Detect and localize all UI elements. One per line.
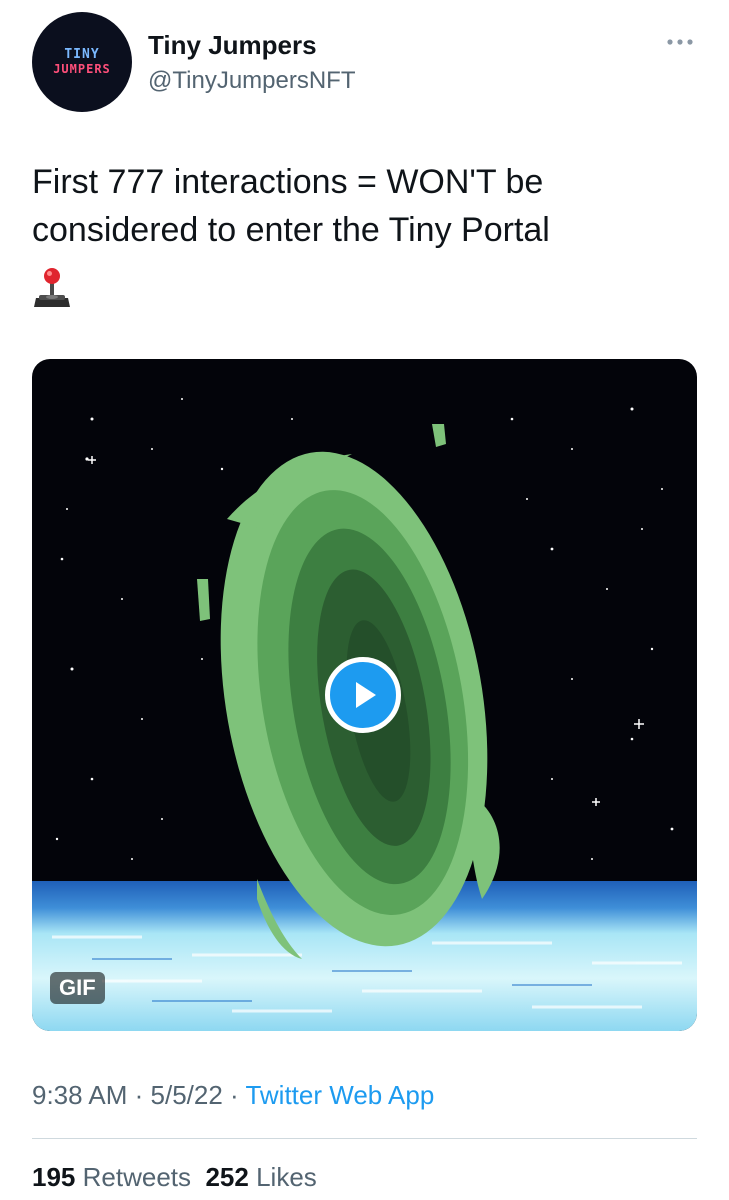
author-handle[interactable]: @TinyJumpersNFT — [148, 67, 356, 95]
more-horizontal-icon[interactable] — [664, 32, 696, 52]
retweets-label: Retweets — [82, 1162, 192, 1192]
tweet-time[interactable]: 9:38 AM — [32, 1080, 127, 1110]
avatar[interactable]: TINY JUMPERS — [32, 12, 132, 112]
tweet-stats: 195 Retweets 252 Likes — [32, 1162, 317, 1193]
author-display-name[interactable]: Tiny Jumpers — [148, 30, 317, 61]
joystick-emoji — [30, 266, 74, 315]
tweet-text-line: considered to enter the Tiny Portal — [32, 211, 550, 249]
avatar-text-tiny: TINY — [64, 46, 100, 62]
likes-stat[interactable]: 252 Likes — [205, 1162, 316, 1192]
retweets-count: 195 — [32, 1162, 76, 1192]
tweet-source-link[interactable]: Twitter Web App — [245, 1080, 434, 1110]
gif-badge: GIF — [50, 972, 105, 1004]
retweets-stat[interactable]: 195 Retweets — [32, 1162, 191, 1192]
play-icon — [356, 682, 376, 708]
tweet-meta: 9:38 AM · 5/5/22 · Twitter Web App — [32, 1080, 434, 1111]
tweet-date[interactable]: 5/5/22 — [151, 1080, 223, 1110]
gif-media[interactable]: GIF — [32, 359, 697, 1031]
meta-separator: · — [222, 1080, 246, 1110]
avatar-text-jumpers: JUMPERS — [53, 61, 111, 76]
likes-label: Likes — [256, 1162, 317, 1192]
meta-separator: · — [127, 1080, 151, 1110]
divider — [32, 1138, 697, 1139]
tweet-text-line: First 777 interactions = WON'T be — [32, 163, 544, 201]
likes-count: 252 — [205, 1162, 249, 1192]
play-button[interactable] — [325, 657, 401, 733]
tweet-text: First 777 interactions = WON'T be consid… — [32, 158, 697, 254]
